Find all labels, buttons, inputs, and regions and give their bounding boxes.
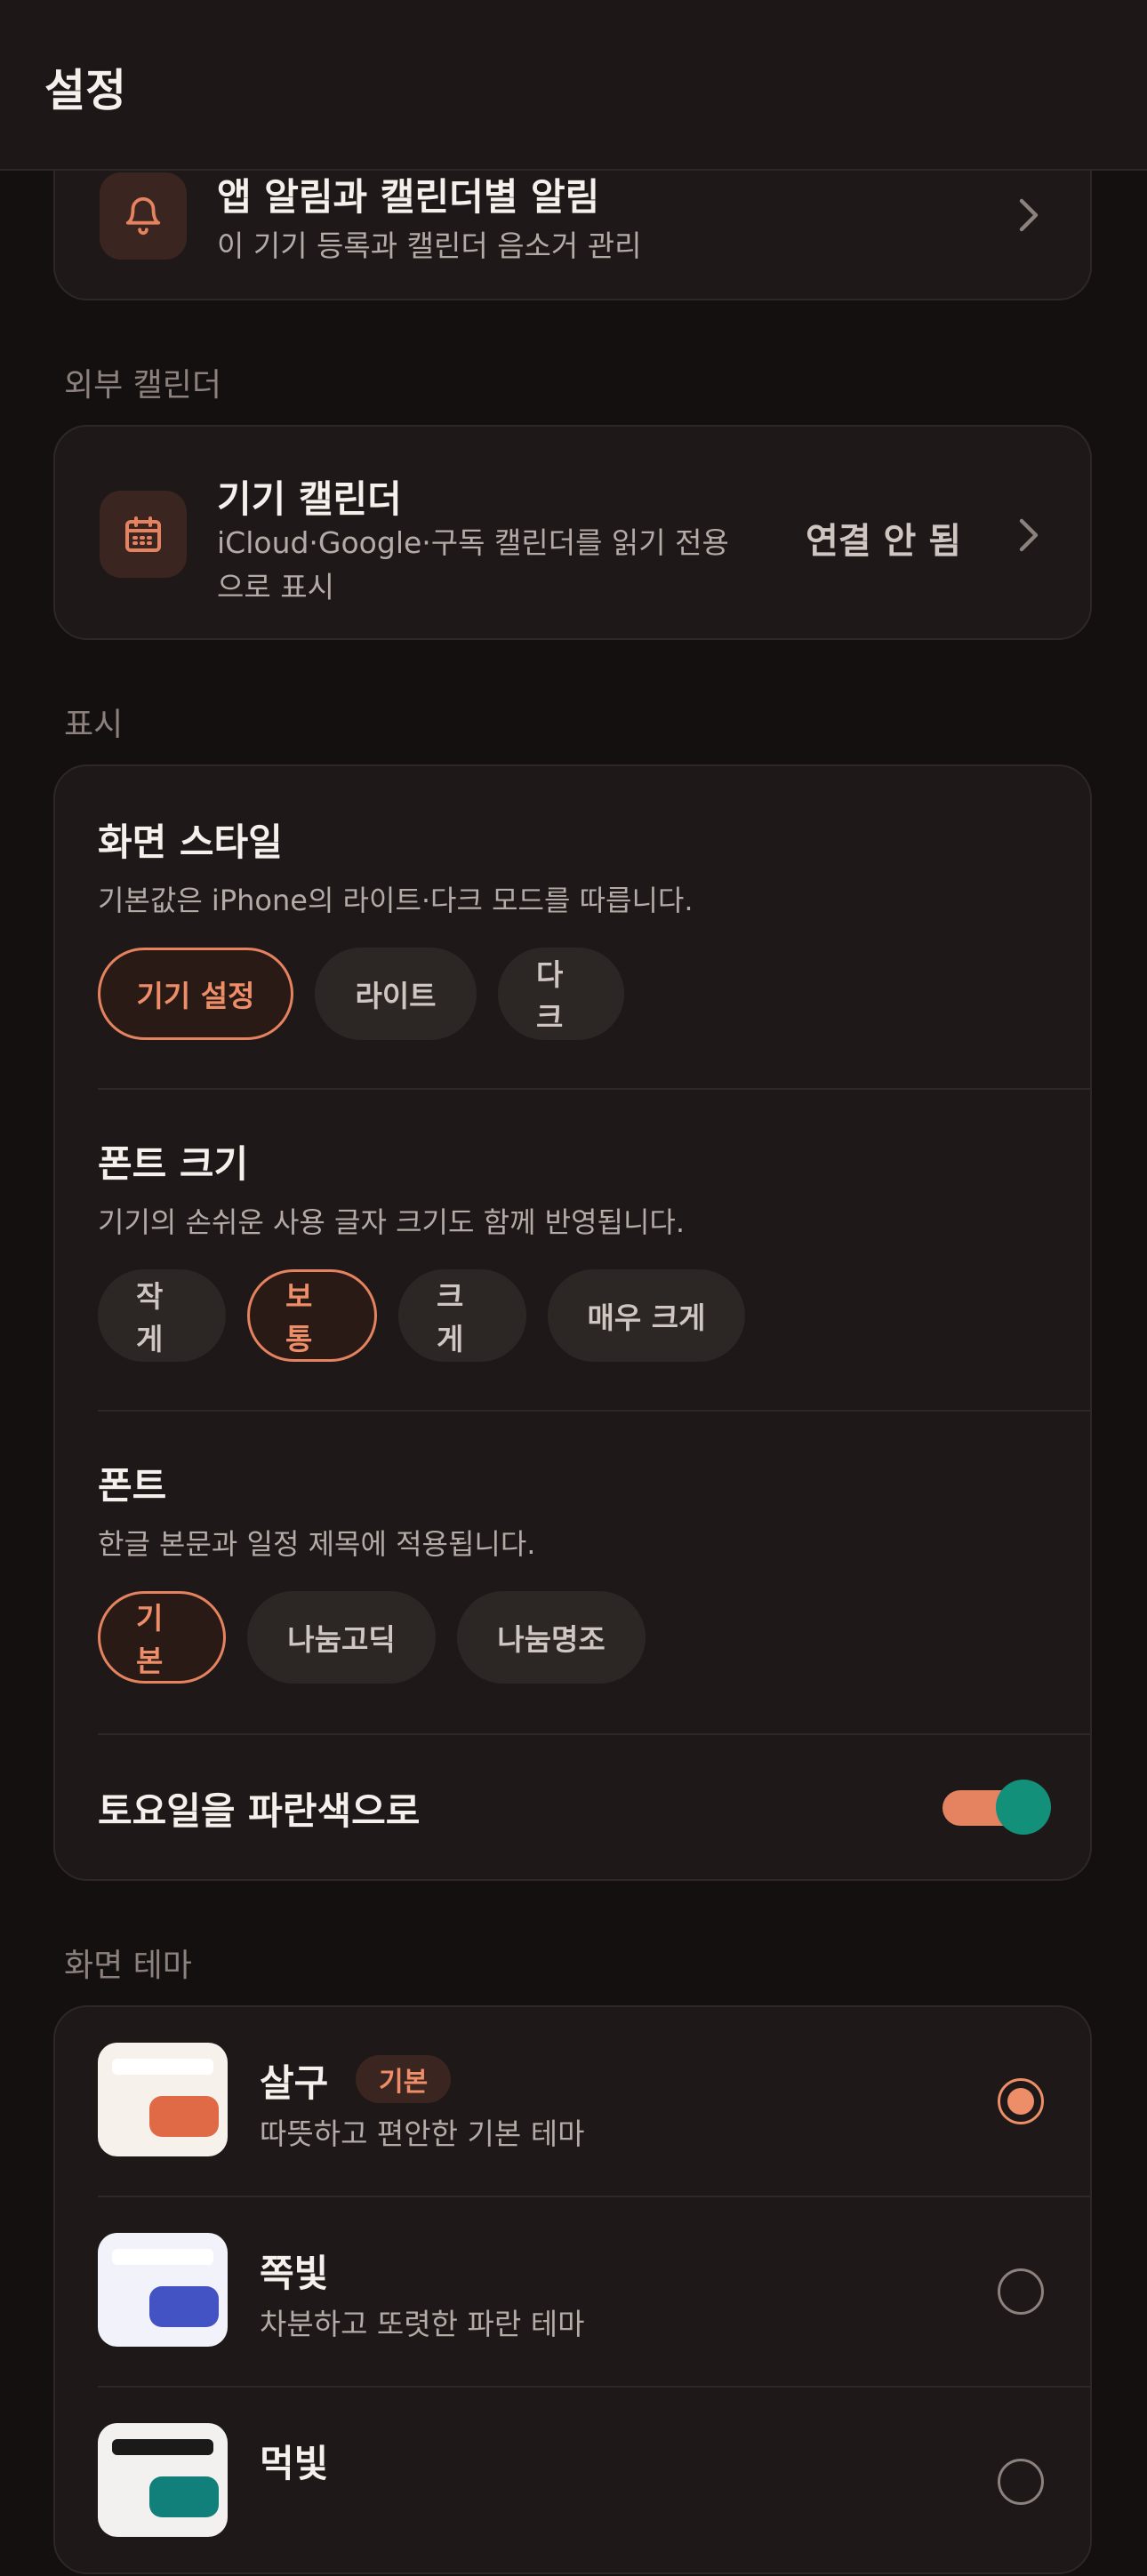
page-title: 설정: [44, 65, 126, 116]
notifications-subtitle: 이 기기 등록과 캘린더 음소거 관리: [217, 228, 642, 263]
theme-thumb-ink: [98, 2423, 228, 2537]
screen-style-title: 화면 스타일: [98, 820, 283, 864]
theme-thumb-indigo: [98, 2233, 228, 2347]
theme-name: 쪽빛: [260, 2252, 329, 2295]
divider: [98, 1410, 1090, 1412]
font-size-title: 폰트 크기: [98, 1142, 249, 1186]
font-option-nanum-gothic[interactable]: 나눔고딕: [247, 1591, 436, 1684]
header: 설정: [0, 0, 1147, 171]
divider: [98, 1088, 1090, 1090]
device-calendar-status: 연결 안 됨: [806, 521, 962, 562]
font-size-option-normal[interactable]: 보통: [247, 1269, 377, 1362]
font-options: 기본 나눔고딕 나눔명조: [98, 1591, 646, 1684]
font-subtitle: 한글 본문과 일정 제목에 적용됩니다.: [98, 1527, 536, 1561]
chevron-right-icon: [1003, 508, 1056, 562]
theme-name: 살구: [260, 2061, 329, 2105]
screen-style-option-device[interactable]: 기기 설정: [98, 948, 293, 1040]
chevron-right-icon: [1003, 188, 1056, 242]
font-option-nanum-myeongjo[interactable]: 나눔명조: [457, 1591, 646, 1684]
font-size-options: 작게 보통 크게 매우 크게: [98, 1269, 745, 1362]
notifications-title: 앱 알림과 캘린더별 알림: [217, 175, 600, 219]
theme-desc: 차분하고 또렷한 파란 테마: [260, 2307, 585, 2341]
calendar-icon: [100, 491, 187, 578]
theme-name: 먹빛: [260, 2442, 329, 2485]
screen-style-subtitle: 기본값은 iPhone의 라이트·다크 모드를 따릅니다.: [98, 884, 694, 917]
themes-card: 살구 기본 따뜻하고 편안한 기본 테마 쪽빛 차분하고 또렷한 파란 테마 먹…: [53, 2005, 1092, 2574]
section-label-external-calendar: 외부 캘린더: [64, 367, 222, 404]
theme-radio[interactable]: [998, 2459, 1044, 2505]
theme-item-apricot[interactable]: 살구 기본 따뜻하고 편안한 기본 테마: [55, 2007, 1090, 2196]
font-size-option-large[interactable]: 크게: [398, 1269, 526, 1362]
divider: [98, 1733, 1090, 1735]
saturday-blue-toggle[interactable]: [942, 1780, 1051, 1835]
settings-scroll-content[interactable]: 앱 알림과 캘린더별 알림 이 기기 등록과 캘린더 음소거 관리 외부 캘린더…: [0, 0, 1147, 2574]
display-card: 화면 스타일 기본값은 iPhone의 라이트·다크 모드를 따릅니다. 기기 …: [53, 764, 1092, 1881]
theme-item-ink[interactable]: 먹빛: [55, 2388, 1090, 2576]
font-size-subtitle: 기기의 손쉬운 사용 글자 크기도 함께 반영됩니다.: [98, 1205, 686, 1239]
device-calendar-subtitle-2: 으로 표시: [217, 570, 334, 604]
font-size-option-small[interactable]: 작게: [98, 1269, 226, 1362]
font-title: 폰트: [98, 1464, 167, 1508]
default-badge: 기본: [356, 2055, 452, 2103]
theme-item-indigo[interactable]: 쪽빛 차분하고 또렷한 파란 테마: [55, 2197, 1090, 2386]
saturday-blue-label: 토요일을 파란색으로: [98, 1789, 421, 1833]
device-calendar-subtitle-1: iCloud·Google·구독 캘린더를 읽기 전용: [217, 525, 729, 560]
theme-radio[interactable]: [998, 2268, 1044, 2315]
toggle-knob: [996, 1780, 1051, 1835]
section-label-themes: 화면 테마: [64, 1948, 192, 1984]
screen-style-option-dark[interactable]: 다크: [498, 948, 624, 1040]
bell-icon: [100, 172, 187, 260]
font-size-option-xlarge[interactable]: 매우 크게: [548, 1269, 745, 1362]
screen-style-option-light[interactable]: 라이트: [315, 948, 477, 1040]
screen-style-options: 기기 설정 라이트 다크: [98, 948, 624, 1040]
font-option-default[interactable]: 기본: [98, 1591, 226, 1684]
device-calendar-row[interactable]: 기기 캘린더 iCloud·Google·구독 캘린더를 읽기 전용 으로 표시…: [53, 425, 1092, 640]
section-label-display: 표시: [64, 707, 124, 743]
theme-desc: 따뜻하고 편안한 기본 테마: [260, 2116, 585, 2151]
theme-thumb-apricot: [98, 2043, 228, 2156]
theme-radio-selected[interactable]: [998, 2078, 1044, 2124]
device-calendar-title: 기기 캘린더: [217, 477, 402, 521]
